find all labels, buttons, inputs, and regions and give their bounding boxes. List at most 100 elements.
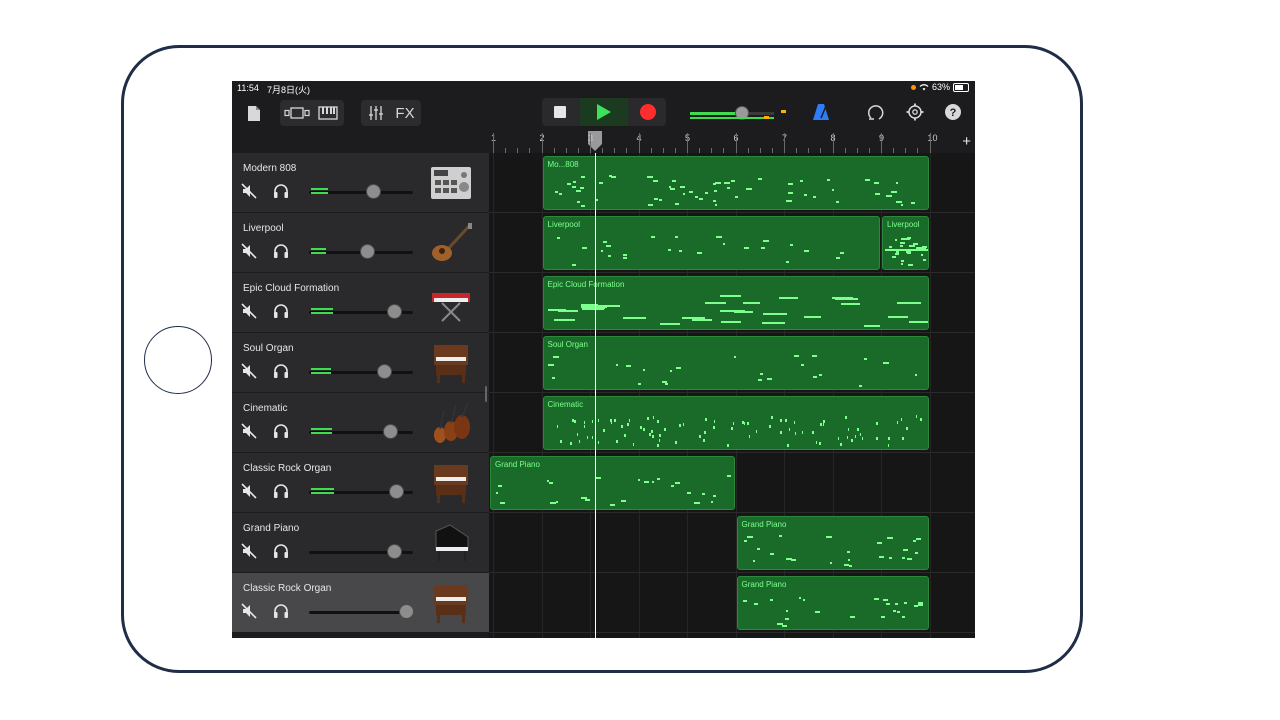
midi-note — [614, 418, 616, 422]
mute-icon[interactable] — [241, 603, 257, 619]
midi-region[interactable]: Grand Piano — [736, 576, 929, 630]
mixer-button[interactable] — [365, 103, 387, 123]
midi-note — [616, 440, 618, 444]
midi-note — [899, 242, 906, 245]
track-volume-knob[interactable] — [388, 484, 404, 499]
add-section-button[interactable]: + — [962, 133, 971, 150]
midi-note — [888, 315, 908, 318]
midi-region[interactable]: Mo...808 — [542, 156, 929, 210]
midi-region[interactable]: Cinematic — [542, 396, 929, 450]
settings-button[interactable] — [904, 101, 926, 123]
keyboard-view-button[interactable] — [316, 104, 340, 122]
midi-note — [550, 502, 556, 505]
midi-note — [897, 301, 922, 304]
track-volume-knob[interactable] — [386, 304, 402, 319]
midi-note — [915, 537, 922, 540]
my-songs-button[interactable] — [244, 102, 264, 124]
mute-icon[interactable] — [241, 483, 257, 499]
midi-note — [664, 382, 668, 385]
mute-icon[interactable] — [241, 243, 257, 259]
midi-region[interactable]: Epic Cloud Formation — [542, 276, 929, 330]
midi-note — [813, 195, 816, 198]
midi-note — [576, 189, 581, 192]
mute-icon[interactable] — [241, 363, 257, 379]
midi-region[interactable]: Grand Piano — [490, 456, 735, 510]
midi-note — [651, 429, 653, 433]
track-header[interactable]: Modern 808 — [232, 153, 489, 213]
help-icon: ? — [945, 104, 961, 120]
mute-icon[interactable] — [241, 423, 257, 439]
tracks-view-button[interactable] — [284, 104, 310, 122]
midi-note — [699, 434, 701, 438]
headphones-icon[interactable] — [273, 243, 289, 259]
bar-tick — [590, 133, 591, 153]
midi-region[interactable]: Liverpool — [542, 216, 880, 270]
track-header[interactable]: Classic Rock Organ — [232, 453, 489, 513]
headphones-icon[interactable] — [273, 483, 289, 499]
region-label: Liverpool — [887, 220, 920, 229]
track-volume-knob[interactable] — [399, 604, 415, 619]
midi-note — [803, 194, 808, 197]
midi-region[interactable]: Grand Piano — [736, 516, 929, 570]
playhead-line — [594, 153, 596, 638]
track-volume-knob[interactable] — [382, 424, 398, 439]
mute-icon[interactable] — [241, 543, 257, 559]
track-level-meter — [311, 248, 326, 256]
organ-icon — [428, 581, 474, 625]
track-volume-knob[interactable] — [365, 184, 381, 199]
midi-note — [744, 540, 747, 543]
view-toggle-group — [280, 100, 344, 126]
midi-note — [906, 557, 913, 560]
play-button[interactable] — [580, 98, 628, 126]
region-label: Mo...808 — [547, 160, 579, 169]
bass-guitar-icon — [428, 221, 474, 265]
tracks-area[interactable]: Mo...808 Liverpool Liverpool Epic Cloud For… — [489, 153, 975, 638]
track-volume-knob[interactable] — [377, 364, 393, 379]
mute-icon[interactable] — [241, 183, 257, 199]
headphones-icon[interactable] — [273, 543, 289, 559]
stop-button[interactable] — [554, 106, 566, 118]
region-label: Grand Piano — [741, 580, 787, 589]
track-header[interactable]: Soul Organ — [232, 333, 489, 393]
midi-note — [788, 191, 794, 194]
headphones-icon[interactable] — [273, 363, 289, 379]
mic-indicator-icon — [910, 84, 916, 90]
headphones-icon[interactable] — [273, 183, 289, 199]
region-label: Grand Piano — [495, 460, 540, 469]
track-name: Soul Organ — [243, 343, 294, 354]
master-volume-slider[interactable] — [690, 106, 774, 120]
metronome-button[interactable] — [810, 101, 832, 123]
midi-note — [605, 245, 612, 248]
help-button[interactable]: ? — [942, 101, 964, 123]
headphones-icon[interactable] — [273, 603, 289, 619]
midi-note — [895, 200, 902, 203]
timeline-ruler[interactable]: + 12345678910 — [489, 131, 975, 154]
midi-note — [679, 423, 681, 427]
header-resize-handle[interactable] — [485, 386, 487, 402]
track-volume-knob[interactable] — [359, 244, 375, 259]
track-volume-slider[interactable] — [309, 611, 413, 614]
track-header[interactable]: Classic Rock Organ — [232, 573, 489, 633]
status-time: 11:54 — [237, 83, 259, 93]
headphones-icon[interactable] — [273, 303, 289, 319]
track-header[interactable]: Epic Cloud Formation — [232, 273, 489, 333]
home-button[interactable] — [144, 326, 212, 394]
track-header[interactable]: Grand Piano — [232, 513, 489, 573]
headphones-icon[interactable] — [273, 423, 289, 439]
midi-note — [793, 355, 800, 358]
midi-note — [704, 431, 706, 435]
midi-region[interactable]: Soul Organ — [542, 336, 929, 390]
track-volume-knob[interactable] — [386, 544, 402, 559]
track-header[interactable]: Cinematic — [232, 393, 489, 453]
midi-note — [911, 201, 915, 204]
fx-button[interactable]: FX — [391, 103, 419, 123]
midi-note — [787, 444, 789, 448]
record-button[interactable] — [640, 104, 656, 120]
midi-note — [901, 557, 906, 560]
midi-region[interactable]: Liverpool — [882, 216, 929, 270]
midi-note — [886, 603, 890, 606]
track-header[interactable]: Liverpool — [232, 213, 489, 273]
midi-note — [753, 603, 759, 606]
mute-icon[interactable] — [241, 303, 257, 319]
loop-browser-button[interactable] — [866, 101, 888, 123]
